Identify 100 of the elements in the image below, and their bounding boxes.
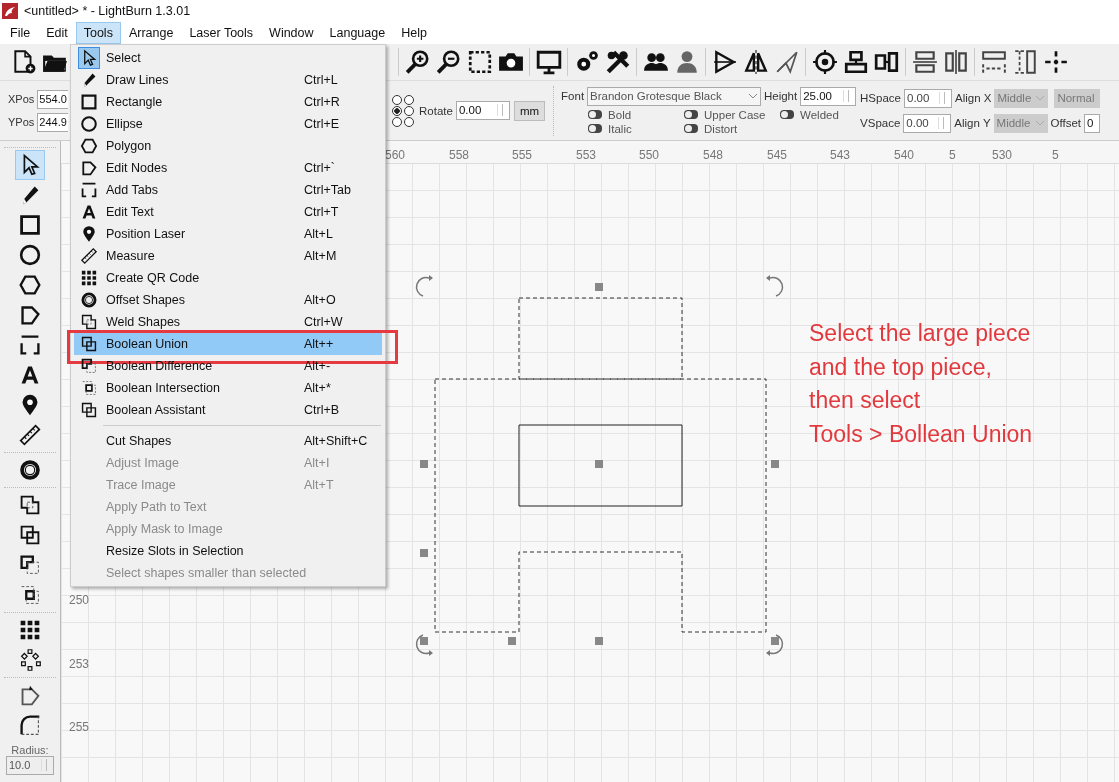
input-field[interactable]: 0.00 xyxy=(903,113,952,133)
ruler-icon xyxy=(79,246,99,266)
menu-item[interactable]: Edit Text Ctrl+T xyxy=(74,201,382,223)
ruler-label: 545 xyxy=(767,148,788,162)
toggle-switch[interactable]: Welded xyxy=(780,108,839,121)
anchor-radio[interactable] xyxy=(404,105,414,116)
menu-item[interactable]: Add Tabs Ctrl+Tab xyxy=(74,179,382,201)
rotate-handle-icon[interactable] xyxy=(415,275,433,297)
anchor-radio[interactable] xyxy=(404,116,414,127)
menu-bar-item[interactable]: Window xyxy=(261,22,322,44)
selection-handle[interactable] xyxy=(420,549,428,557)
menu-item[interactable]: Boolean Intersection Alt+* xyxy=(74,377,382,399)
overlap-squares-icon xyxy=(79,334,99,354)
circle-icon xyxy=(79,114,99,134)
ruler-label: 540 xyxy=(894,148,915,162)
anchor-radio[interactable] xyxy=(404,94,414,105)
rotate-handle-icon[interactable] xyxy=(766,275,784,297)
ruler-label: 553 xyxy=(576,148,597,162)
menu-item[interactable]: Boolean Assistant Ctrl+B xyxy=(74,399,382,421)
field-label: VSpace xyxy=(860,117,901,129)
menu-item[interactable]: Position Laser Alt+L xyxy=(74,223,382,245)
field-label: Align X xyxy=(955,92,992,104)
menu-item[interactable]: Measure Alt+M xyxy=(74,245,382,267)
square-icon xyxy=(79,92,99,112)
toggle-switch[interactable]: Bold xyxy=(588,108,632,121)
menu-item[interactable]: Draw Lines Ctrl+L xyxy=(74,69,382,91)
pentagon-icon xyxy=(79,158,99,178)
selection-handle[interactable] xyxy=(595,283,603,291)
menu-bar-item[interactable]: Edit xyxy=(38,22,76,44)
menu-item[interactable]: Weld Shapes Ctrl+W xyxy=(74,311,382,333)
menu-bar-item[interactable]: Laser Tools xyxy=(181,22,262,44)
ring-o-icon xyxy=(79,290,99,310)
zoom-out-icon[interactable] xyxy=(435,49,462,75)
field-label: Font xyxy=(561,90,585,102)
selection-handle[interactable] xyxy=(420,637,428,645)
menu-item[interactable]: Edit Nodes Ctrl+` xyxy=(74,157,382,179)
distribute-v-icon[interactable] xyxy=(942,49,969,75)
triangles-icon[interactable] xyxy=(742,49,769,75)
align-middle-icon[interactable] xyxy=(873,49,900,75)
crosshair-icon[interactable] xyxy=(1042,49,1069,75)
selection-handle[interactable] xyxy=(508,637,516,645)
radius-field[interactable]: 10.0 xyxy=(6,756,54,775)
font-dropdown[interactable]: Brandon Grotesque Black xyxy=(587,86,761,106)
menu-bar-item[interactable]: Arrange xyxy=(120,22,182,44)
selection-handle[interactable] xyxy=(771,637,779,645)
radius-label: Radius: xyxy=(11,744,49,756)
menu-item[interactable]: Create QR Code xyxy=(74,267,382,289)
menu-item[interactable]: Rectangle Ctrl+R xyxy=(74,91,382,113)
distribute-h-icon[interactable] xyxy=(911,49,938,75)
input-field[interactable]: 244.9 xyxy=(37,112,68,132)
monitor-icon[interactable] xyxy=(535,49,562,75)
selection-handle[interactable] xyxy=(771,460,779,468)
anchor-radio[interactable] xyxy=(392,105,402,116)
field-label: Offset xyxy=(1050,117,1082,129)
selection-handle[interactable] xyxy=(420,460,428,468)
rotate-handle-icon[interactable] xyxy=(415,634,433,656)
rotate-handle-icon[interactable] xyxy=(766,634,784,656)
input-field[interactable]: 0.00 xyxy=(904,88,952,108)
field-label: Height xyxy=(763,90,798,102)
wrench-icon[interactable] xyxy=(604,49,631,75)
unit-button[interactable]: mm xyxy=(513,100,546,121)
triangle-mirror-icon[interactable] xyxy=(711,49,738,75)
input-field[interactable]: 0.00 xyxy=(455,101,510,120)
menu-bar-item[interactable]: Language xyxy=(321,22,394,44)
chevron-down-icon xyxy=(747,93,758,99)
menu-item[interactable]: Offset Shapes Alt+O xyxy=(74,289,382,311)
selection-handle[interactable] xyxy=(595,460,603,468)
menu-item[interactable]: Polygon xyxy=(74,135,382,157)
input-field[interactable]: 0 xyxy=(1084,113,1101,133)
anchor-radio[interactable] xyxy=(392,94,402,105)
menu-item[interactable]: Boolean Union Alt++ xyxy=(74,333,382,355)
input-field[interactable]: 554.0 xyxy=(37,89,68,109)
ruler-label: 5 xyxy=(949,148,956,162)
menu-bar-item[interactable]: Tools xyxy=(75,22,121,44)
chevron-down-icon xyxy=(1034,120,1045,126)
input-field[interactable]: 25.00 xyxy=(800,86,857,106)
menu-bar-item[interactable]: File xyxy=(2,22,39,44)
menu-bar-item[interactable]: Help xyxy=(393,22,435,44)
toggle-switch[interactable]: Distort xyxy=(684,122,738,135)
menu-item[interactable]: Cut Shapes Alt+Shift+C xyxy=(74,430,382,452)
overlap-squares-icon xyxy=(79,400,99,420)
anchor-radio[interactable] xyxy=(392,116,402,127)
menu-item[interactable]: Select xyxy=(74,47,382,69)
spacing-h-icon[interactable] xyxy=(980,49,1007,75)
selection-handle[interactable] xyxy=(595,637,603,645)
arrow-cursor-icon[interactable] xyxy=(16,151,44,179)
field-label: YPos xyxy=(8,116,35,128)
menu-item[interactable]: Ellipse Ctrl+E xyxy=(74,113,382,135)
zoom-in-icon[interactable] xyxy=(404,49,431,75)
overlap-union-icon xyxy=(79,312,99,332)
ruler-label: 530 xyxy=(992,148,1013,162)
dot-grid-icon xyxy=(79,268,99,288)
dashed-frame-icon[interactable] xyxy=(466,49,493,75)
field-label: Align Y xyxy=(954,117,991,129)
toggle-switch[interactable]: Italic xyxy=(588,122,632,135)
menu-item[interactable]: Resize Slots in Selection xyxy=(74,540,382,562)
target-icon[interactable] xyxy=(811,49,838,75)
hexagon-icon xyxy=(79,136,99,156)
toggle-switch[interactable]: Upper Case xyxy=(684,108,766,121)
align-center-icon[interactable] xyxy=(842,49,869,75)
